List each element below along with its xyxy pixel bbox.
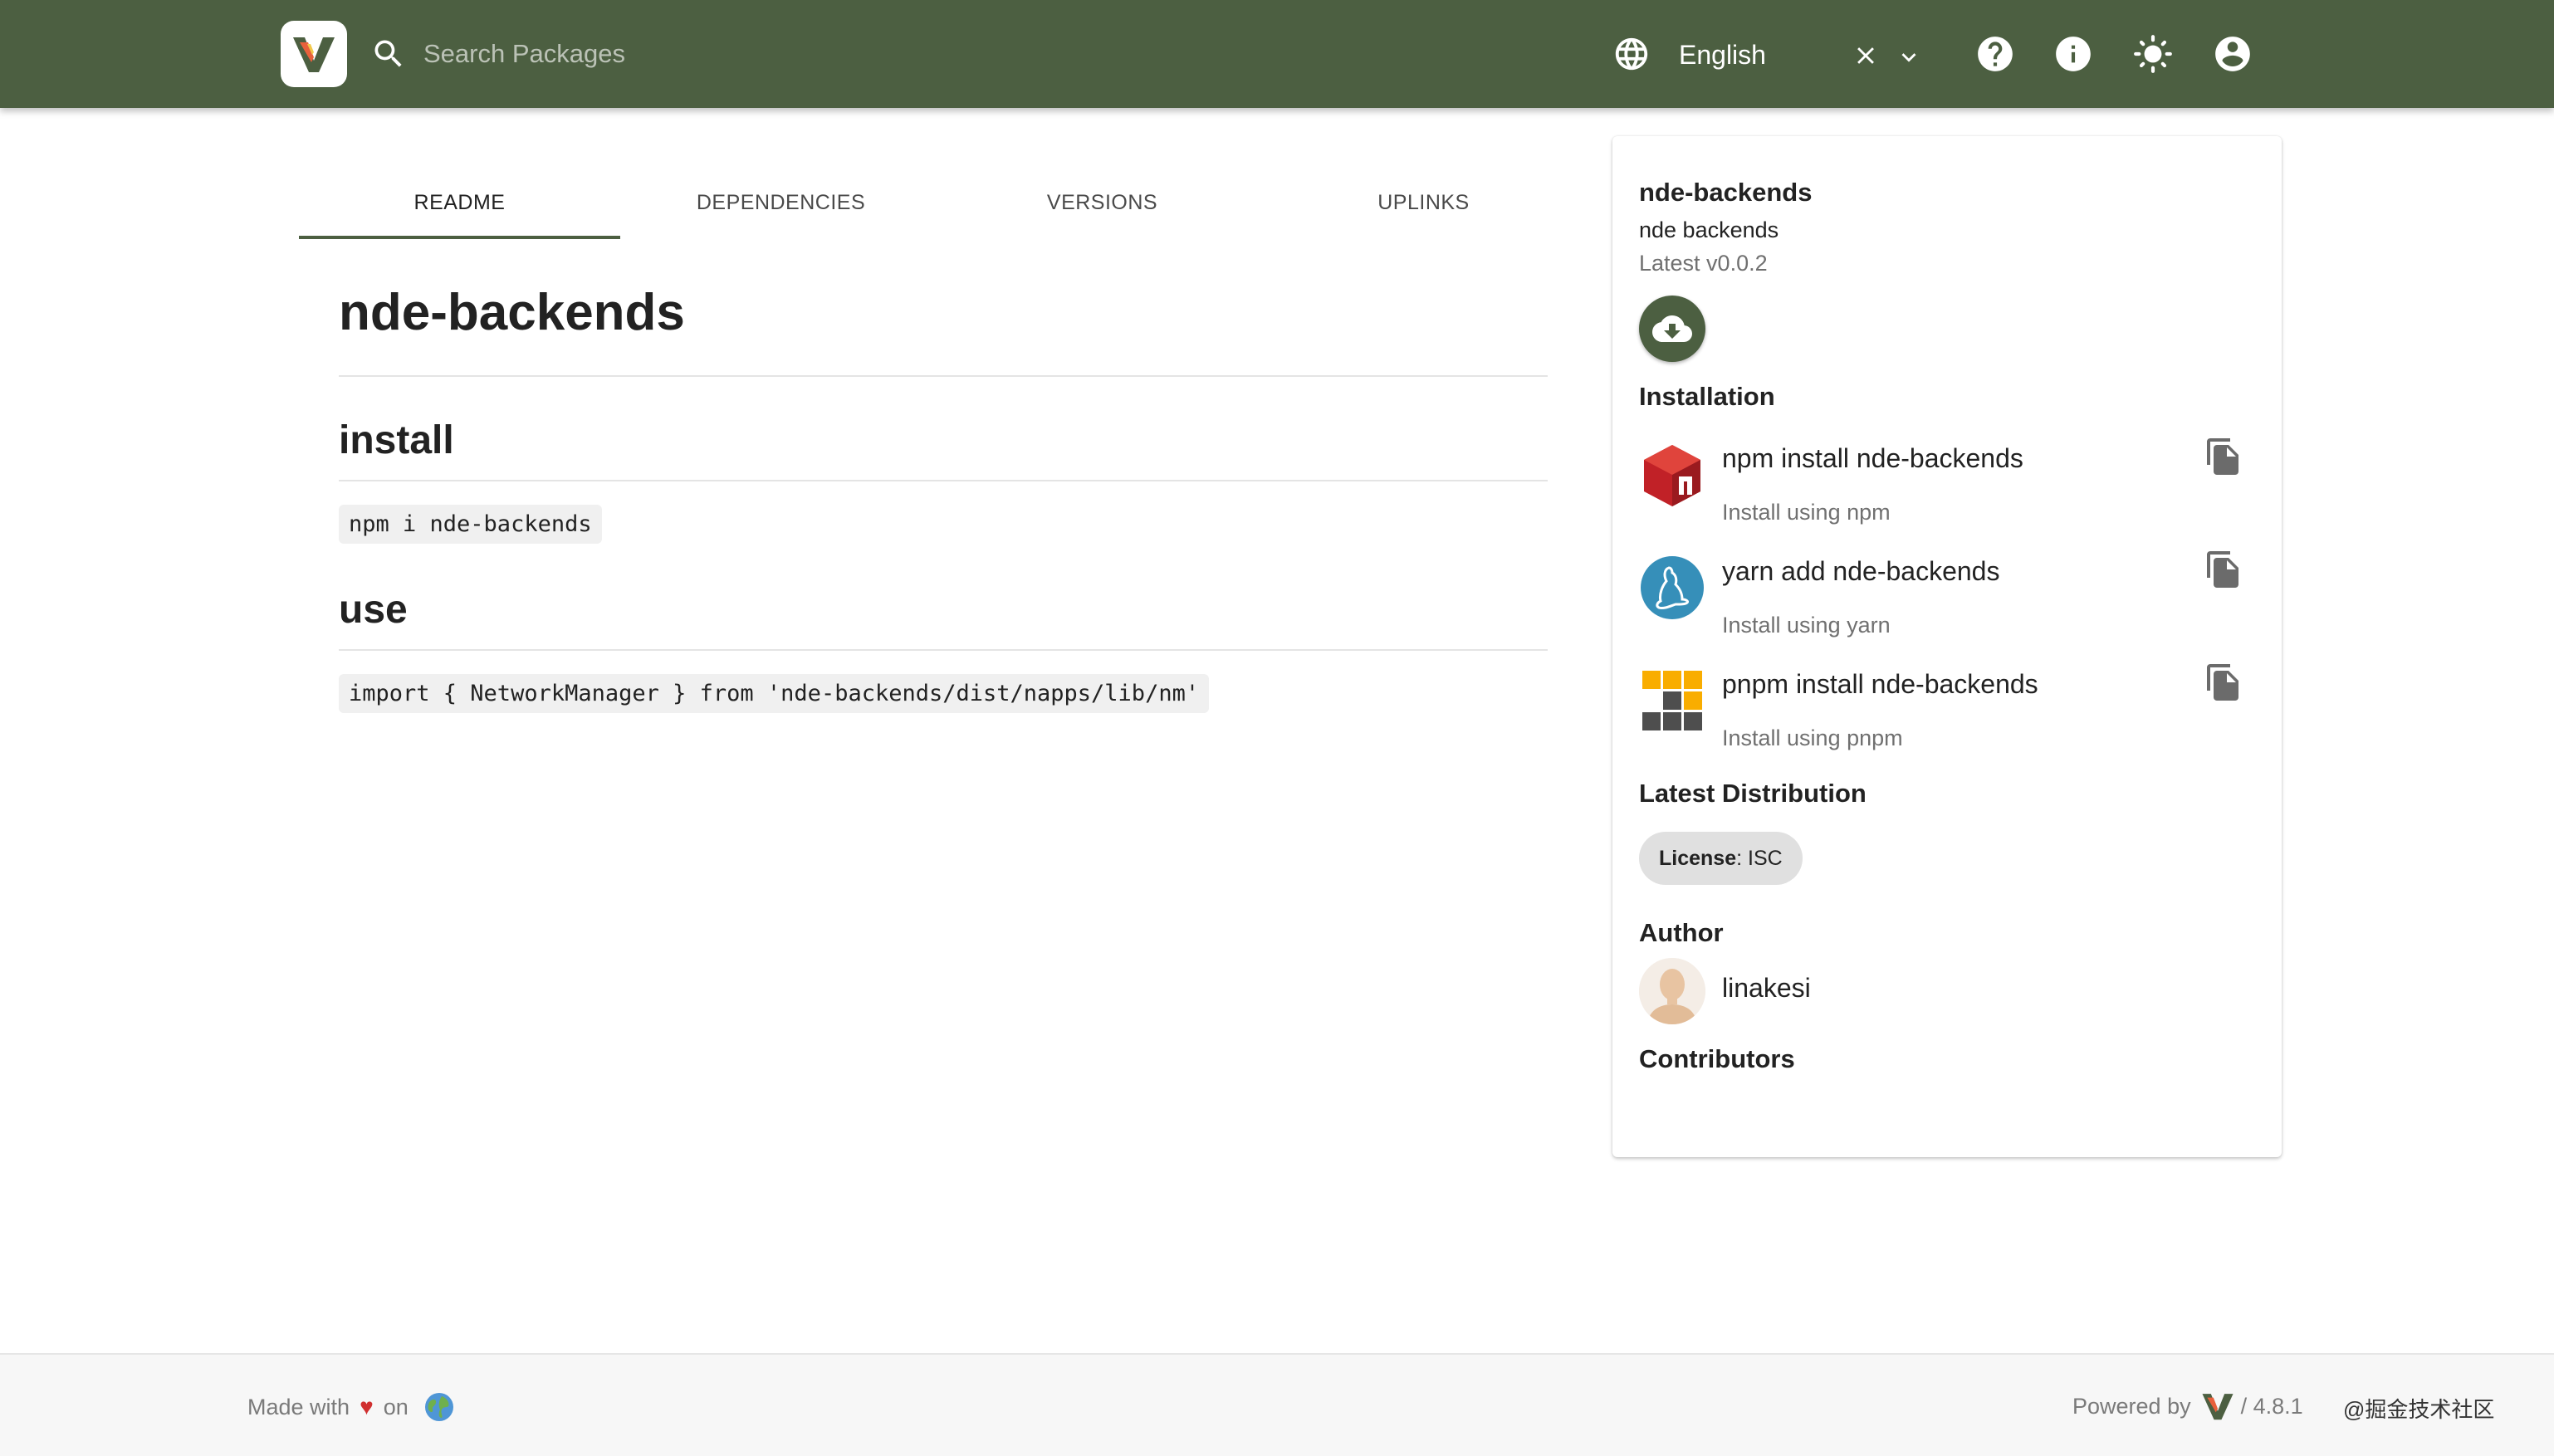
language-select[interactable]: English bbox=[1661, 30, 1926, 80]
author-name[interactable]: linakesi bbox=[1722, 973, 1811, 1004]
globe-icon bbox=[1615, 37, 1648, 71]
download-tarball-button[interactable] bbox=[1639, 296, 1705, 362]
heart-icon: ♥ bbox=[360, 1394, 374, 1419]
package-tabs: README DEPENDENCIES VERSIONS UPLINKS bbox=[299, 166, 1584, 241]
install-option-yarn[interactable]: yarn add nde-backends Install using yarn bbox=[1639, 548, 2253, 647]
logo-icon bbox=[293, 37, 335, 72]
copy-icon[interactable] bbox=[2204, 548, 2243, 591]
verdaccio-logo[interactable] bbox=[281, 21, 347, 87]
tab-dependencies[interactable]: DEPENDENCIES bbox=[620, 166, 942, 239]
install-command: npm install nde-backends bbox=[1722, 443, 2023, 473]
chevron-down-icon[interactable] bbox=[1895, 43, 1923, 71]
readme-use-heading: use bbox=[339, 586, 1548, 651]
tab-versions[interactable]: VERSIONS bbox=[942, 166, 1263, 239]
active-tab-indicator bbox=[299, 236, 620, 239]
install-command: pnpm install nde-backends bbox=[1722, 669, 2038, 699]
earth-globe-icon bbox=[424, 1393, 453, 1421]
help-icon[interactable] bbox=[1974, 33, 2016, 75]
install-subtitle: Install using yarn bbox=[1722, 613, 1891, 638]
search-icon bbox=[374, 40, 402, 67]
footer: Made with ♥ on Powered by / 4.8.1 @掘金技术社… bbox=[0, 1353, 2554, 1456]
install-subtitle: Install using npm bbox=[1722, 500, 1891, 525]
verdaccio-small-logo-icon bbox=[2202, 1394, 2234, 1420]
avatar-person-icon bbox=[1639, 958, 1705, 1024]
npm-logo-icon bbox=[1644, 445, 1700, 506]
theme-sun-icon[interactable] bbox=[2132, 33, 2174, 75]
search-input[interactable] bbox=[423, 30, 1171, 78]
readme-use-code: import { NetworkManager } from 'nde-back… bbox=[339, 674, 1210, 713]
version-label: / 4.8.1 bbox=[2240, 1393, 2303, 1419]
powered-by: Powered by / 4.8.1 bbox=[2072, 1391, 2303, 1421]
cloud-download-icon bbox=[1652, 315, 1692, 342]
readme-title: nde-backends bbox=[339, 282, 1548, 377]
account-icon[interactable] bbox=[2212, 33, 2253, 75]
tab-uplinks[interactable]: UPLINKS bbox=[1263, 166, 1584, 239]
readme-content: nde-backends install npm i nde-backends … bbox=[339, 282, 1548, 713]
copy-icon[interactable] bbox=[2204, 661, 2243, 704]
on-label: on bbox=[383, 1394, 409, 1419]
pnpm-logo-icon bbox=[1642, 671, 1702, 730]
copy-icon[interactable] bbox=[2204, 435, 2243, 478]
powered-by-label: Powered by bbox=[2072, 1393, 2191, 1419]
language-value: English bbox=[1679, 39, 1766, 70]
readme-install-heading: install bbox=[339, 417, 1548, 481]
license-label: License bbox=[1659, 846, 1737, 870]
author-avatar[interactable] bbox=[1639, 958, 1705, 1024]
license-value: : ISC bbox=[1736, 846, 1783, 870]
package-name: nde-backends bbox=[1639, 178, 1813, 207]
yarn-logo-icon bbox=[1641, 556, 1704, 619]
install-subtitle: Install using pnpm bbox=[1722, 726, 1903, 750]
watermark-text: @掘金技术社区 bbox=[2343, 1397, 2495, 1422]
tab-readme[interactable]: README bbox=[299, 166, 620, 239]
package-info-card: nde-backends nde backends Latest v0.0.2 … bbox=[1612, 136, 2282, 1157]
license-chip: License : ISC bbox=[1639, 832, 1803, 885]
made-with-label: Made with bbox=[247, 1394, 350, 1419]
package-latest-version: Latest v0.0.2 bbox=[1639, 251, 1768, 276]
install-option-pnpm[interactable]: pnpm install nde-backends Install using … bbox=[1639, 661, 2253, 760]
contributors-title: Contributors bbox=[1639, 1044, 1795, 1073]
package-description: nde backends bbox=[1639, 217, 1779, 242]
close-icon[interactable] bbox=[1852, 42, 1880, 70]
installation-title: Installation bbox=[1639, 382, 1775, 411]
install-option-npm[interactable]: npm install nde-backends Install using n… bbox=[1639, 435, 2253, 535]
install-command: yarn add nde-backends bbox=[1722, 556, 2000, 586]
info-icon[interactable] bbox=[2052, 33, 2094, 75]
author-title: Author bbox=[1639, 918, 1724, 947]
top-app-bar: English bbox=[0, 0, 2554, 108]
latest-distribution-title: Latest Distribution bbox=[1639, 779, 1867, 808]
made-with-text: Made with ♥ on bbox=[247, 1391, 455, 1423]
readme-install-code: npm i nde-backends bbox=[339, 505, 602, 544]
